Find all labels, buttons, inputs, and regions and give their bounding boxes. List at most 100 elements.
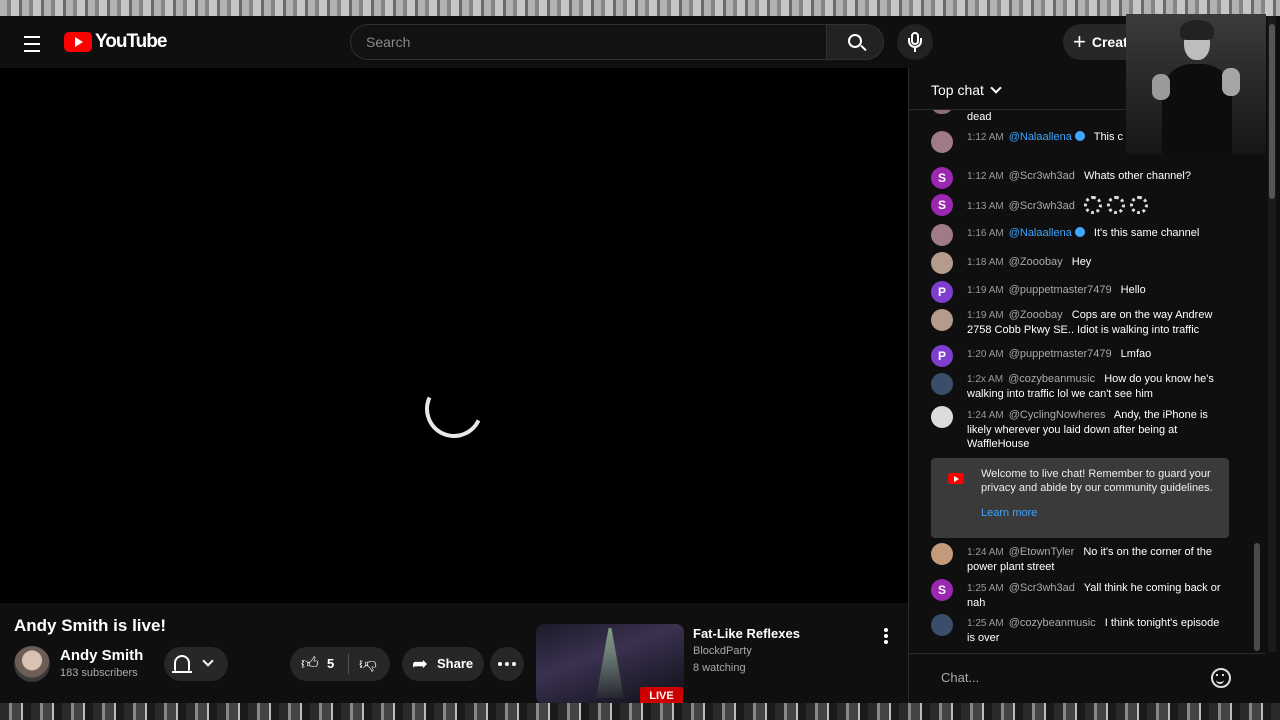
emoji-icon	[1129, 196, 1148, 214]
chat-avatar[interactable]	[931, 406, 953, 428]
logo-text: YouTube	[95, 31, 167, 52]
chat-avatar[interactable]: S	[931, 579, 953, 601]
dislike-button[interactable]: 👍︎	[349, 647, 390, 681]
message-time: 1:18 AM	[967, 257, 1004, 268]
message-author[interactable]: @CyclingNowheres	[1009, 409, 1106, 421]
search-button[interactable]	[826, 24, 884, 60]
top-chat-dropdown[interactable]: Top chat	[931, 80, 1002, 100]
bottom-noise-strip	[0, 703, 1280, 720]
youtube-live-page: YouTube + Create Andy Smith is live! And…	[0, 0, 1280, 720]
message-author[interactable]: @Nalaallena	[1009, 227, 1085, 239]
chevron-down-icon	[990, 82, 1002, 94]
message-text: Yall think he coming back or nah	[967, 582, 1221, 609]
message-time: 1:25 AM	[967, 618, 1004, 629]
message-author[interactable]: @puppetmaster7479	[1009, 284, 1112, 296]
search-input[interactable]	[351, 25, 826, 59]
message-time: 1:19 AM	[967, 285, 1004, 296]
message-text: Hey	[1071, 256, 1092, 268]
message-text: Whats other channel?	[1083, 170, 1191, 182]
message-author[interactable]: @Nalaallena	[1009, 131, 1085, 143]
chat-avatar[interactable]	[931, 543, 953, 565]
message-time: 1:25 AM	[967, 583, 1004, 594]
chat-avatar[interactable]: S	[931, 167, 953, 189]
page-scrollbar[interactable]	[1269, 24, 1275, 199]
video-player[interactable]	[0, 68, 908, 603]
subscriber-count: 183 subscribers	[60, 667, 138, 679]
message-text: It's this same channel	[1093, 227, 1200, 239]
recommendation-watching: 8 watching	[693, 662, 746, 674]
message-text: dead	[967, 111, 992, 123]
top-chat-label: Top chat	[931, 82, 984, 98]
channel-name[interactable]: Andy Smith	[60, 647, 143, 664]
notifications-button[interactable]	[164, 647, 228, 681]
message-time: 1:12 AM	[967, 171, 1004, 182]
message-text: Hello	[1120, 284, 1146, 296]
bell-icon	[172, 655, 192, 673]
like-dislike-group: 👍︎ 5 👍︎	[290, 647, 390, 681]
chat-avatar[interactable]: P	[931, 281, 953, 303]
chat-avatar[interactable]	[931, 614, 953, 636]
message-time: 1:19 AM	[967, 310, 1004, 321]
emoji-icon	[1083, 196, 1102, 214]
loading-spinner-icon	[416, 371, 492, 447]
message-time: 1:16 AM	[967, 228, 1004, 239]
message-author[interactable]: @Scr3wh3ad	[1009, 582, 1075, 594]
thumbs-up-icon: 👍︎	[301, 654, 319, 673]
thumbs-down-icon: 👍︎	[359, 655, 377, 674]
youtube-logo[interactable]: YouTube	[64, 30, 167, 54]
message-author[interactable]: @cozybeanmusic	[1009, 617, 1096, 629]
message-author[interactable]: @Zooobay	[1009, 256, 1063, 268]
message-time: 1:20 AM	[967, 349, 1004, 360]
message-author[interactable]: @cozybeanmusic	[1008, 373, 1095, 385]
message-time: 1:2x AM	[967, 374, 1004, 385]
recommendation-more-icon[interactable]	[878, 626, 894, 646]
share-icon: ➦	[412, 654, 428, 675]
chevron-down-icon	[202, 655, 214, 667]
emoji-icon	[1106, 196, 1125, 214]
chat-avatar[interactable]	[931, 110, 953, 114]
like-button[interactable]: 👍︎ 5	[290, 647, 348, 681]
channel-avatar[interactable]	[14, 646, 50, 682]
message-author[interactable]: @puppetmaster7479	[1009, 348, 1112, 360]
emoji-picker-icon[interactable]	[1211, 668, 1231, 688]
message-author[interactable]: @Scr3wh3ad	[1009, 170, 1075, 182]
live-chat-panel: Top chat dead 1:12 AM @Nalaallena This c …	[908, 68, 1266, 703]
learn-more-link[interactable]: Learn more	[981, 507, 1037, 519]
message-author[interactable]: @EtownTyler	[1009, 546, 1075, 558]
message-time: 1:24 AM	[967, 410, 1004, 421]
menu-icon[interactable]	[20, 30, 44, 54]
chat-input[interactable]	[931, 663, 1201, 691]
message-time: 1:13 AM	[967, 201, 1004, 212]
microphone-button[interactable]	[897, 24, 933, 60]
message-author[interactable]: @Scr3wh3ad	[1009, 200, 1075, 212]
more-actions-button[interactable]	[490, 647, 524, 681]
masthead: YouTube + Create	[0, 16, 1280, 68]
banner-text: Welcome to live chat! Remember to guard …	[981, 468, 1213, 494]
chat-scrollbar[interactable]	[1254, 543, 1260, 651]
top-noise-strip	[0, 0, 1280, 16]
chat-avatar[interactable]	[931, 252, 953, 274]
youtube-icon	[948, 473, 964, 484]
message-author[interactable]: @Zooobay	[1009, 309, 1063, 321]
message-text: Lmfao	[1120, 348, 1152, 360]
share-label: Share	[437, 656, 474, 671]
chat-input-row	[909, 653, 1266, 703]
message-time: 1:24 AM	[967, 547, 1004, 558]
live-badge: LIVE	[640, 687, 683, 704]
chat-avatar[interactable]: S	[931, 194, 953, 216]
chat-avatar[interactable]	[931, 373, 953, 395]
video-title: Andy Smith is live!	[14, 616, 167, 635]
message-time: 1:12 AM	[967, 132, 1004, 143]
recommendation-title[interactable]: Fat-Like Reflexes	[693, 626, 800, 641]
recommendation-channel[interactable]: BlockdParty	[693, 645, 752, 657]
verified-icon	[1074, 131, 1085, 141]
chat-avatar[interactable]	[931, 224, 953, 246]
search-box	[350, 24, 826, 60]
chat-avatar[interactable]: P	[931, 345, 953, 367]
chat-avatar[interactable]	[931, 309, 953, 331]
share-button[interactable]: ➦ Share	[402, 647, 484, 681]
verified-icon	[1074, 227, 1085, 237]
youtube-play-icon	[64, 32, 92, 52]
chat-messages: dead 1:12 AM@Nalaallena This c a circle …	[909, 110, 1254, 655]
chat-avatar[interactable]	[931, 131, 953, 153]
